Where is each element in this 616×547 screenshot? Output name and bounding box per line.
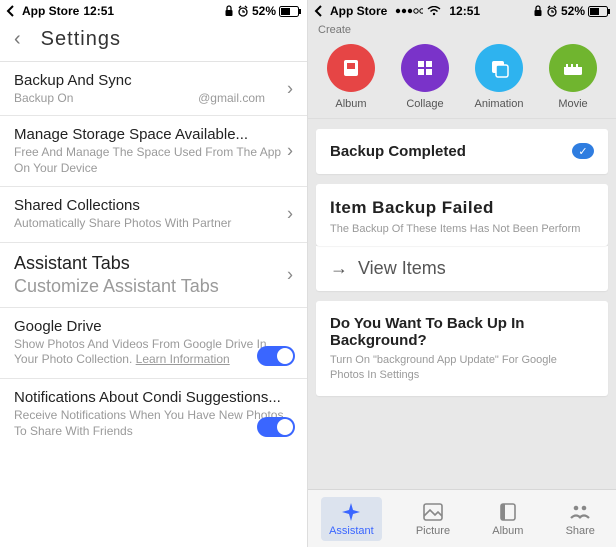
- row-google-drive: Google Drive Show Photos And Videos From…: [0, 308, 307, 379]
- status-bar-left: App Store 12:51 52%: [0, 0, 307, 22]
- collage-icon: [401, 44, 449, 92]
- card-sub: The Backup Of These Items Has Not Been P…: [330, 222, 594, 236]
- album-icon: [327, 44, 375, 92]
- movie-icon: [549, 44, 597, 92]
- row-assistant-tabs[interactable]: Assistant Tabs Customize Assistant Tabs …: [0, 243, 307, 308]
- settings-header: ‹ Settings: [0, 22, 307, 62]
- signal-dots-icon: [395, 7, 423, 15]
- card-title: Backup Completed: [330, 143, 594, 160]
- create-actions: Album Collage Animation Movie: [308, 40, 616, 119]
- row-title: Google Drive: [14, 318, 293, 335]
- picture-icon: [422, 501, 444, 523]
- battery-percent-left: 52%: [252, 4, 276, 18]
- share-icon: [569, 501, 591, 523]
- card-backup-completed: Backup Completed ✓: [316, 129, 608, 174]
- nav-label: Share: [566, 525, 595, 537]
- row-notifications: Notifications About Condi Suggestions...…: [0, 379, 307, 449]
- status-app-name: App Store: [330, 4, 387, 18]
- card-title: Do You Want To Back Up In Background?: [330, 315, 594, 349]
- status-time-right: 12:51: [449, 4, 480, 18]
- create-album-button[interactable]: Album: [317, 44, 385, 110]
- view-items-label: View Items: [358, 258, 446, 279]
- row-title: Manage Storage Space Available...: [14, 126, 293, 143]
- arrow-right-icon: →: [330, 258, 348, 279]
- bottom-nav: Assistant Picture Album Share: [308, 489, 616, 547]
- action-label: Animation: [465, 98, 533, 110]
- nav-assistant[interactable]: Assistant: [321, 497, 382, 541]
- status-time-left: 12:51: [83, 4, 114, 18]
- card-sub: Turn On "background App Update" For Goog…: [330, 353, 594, 382]
- nav-picture[interactable]: Picture: [408, 497, 458, 541]
- row-shared-collections[interactable]: Shared Collections Automatically Share P…: [0, 187, 307, 243]
- alarm-icon: [237, 5, 249, 17]
- action-label: Collage: [391, 98, 459, 110]
- nav-label: Assistant: [329, 525, 374, 537]
- backup-account: @gmail.com: [198, 91, 293, 105]
- create-animation-button[interactable]: Animation: [465, 44, 533, 110]
- chevron-right-icon: ›: [287, 78, 293, 99]
- create-collage-button[interactable]: Collage: [391, 44, 459, 110]
- chevron-right-icon: ›: [287, 264, 293, 285]
- assistant-icon: [340, 501, 362, 523]
- learn-info-link[interactable]: Learn Information: [136, 352, 230, 366]
- settings-screen: App Store 12:51 52% ‹ Settings Backu: [0, 0, 308, 547]
- row-manage-storage[interactable]: Manage Storage Space Available... Free A…: [0, 116, 307, 187]
- create-label: Create: [308, 22, 616, 40]
- status-bar-right: App Store 12:51 52%: [308, 0, 616, 22]
- assistant-screen: App Store 12:51 52%: [308, 0, 616, 547]
- animation-icon: [475, 44, 523, 92]
- create-movie-button[interactable]: Movie: [539, 44, 607, 110]
- nav-label: Album: [492, 525, 523, 537]
- status-app-name: App Store: [22, 4, 79, 18]
- nav-share[interactable]: Share: [558, 497, 603, 541]
- card-title: Item Backup Failed: [330, 198, 594, 218]
- page-title: Settings: [41, 28, 121, 51]
- back-button[interactable]: ‹: [14, 28, 21, 51]
- view-items-button[interactable]: → View Items: [316, 246, 608, 291]
- cloud-check-icon: ✓: [572, 143, 594, 159]
- row-sub: Automatically Share Photos With Partner: [14, 216, 293, 232]
- battery-percent-right: 52%: [561, 4, 585, 18]
- row-title: Notifications About Condi Suggestions...: [14, 389, 293, 406]
- action-label: Album: [317, 98, 385, 110]
- card-backup-failed: Item Backup Failed The Backup Of These I…: [316, 184, 608, 246]
- row-title: Shared Collections: [14, 197, 293, 214]
- battery-icon: [279, 6, 301, 17]
- wifi-icon: [427, 6, 441, 16]
- backup-status: Backup On: [14, 91, 73, 105]
- lock-icon: [224, 5, 234, 17]
- lock-icon: [533, 5, 543, 17]
- back-arrow-icon[interactable]: [314, 5, 326, 17]
- alarm-icon: [546, 5, 558, 17]
- battery-icon: [588, 6, 610, 17]
- row-sub: Free And Manage The Space Used From The …: [14, 145, 293, 176]
- nav-label: Picture: [416, 525, 450, 537]
- drive-toggle[interactable]: [257, 346, 295, 366]
- row-title: Assistant Tabs: [14, 253, 293, 274]
- row-backup-sync[interactable]: Backup And Sync Backup On @gmail.com ›: [0, 62, 307, 116]
- notif-toggle[interactable]: [257, 417, 295, 437]
- row-sub: Customize Assistant Tabs: [14, 276, 293, 297]
- nav-album[interactable]: Album: [484, 497, 531, 541]
- album-nav-icon: [497, 501, 519, 523]
- chevron-right-icon: ›: [287, 141, 293, 162]
- row-sub: Show Photos And Videos From Google Drive…: [14, 337, 293, 368]
- action-label: Movie: [539, 98, 607, 110]
- chevron-right-icon: ›: [287, 204, 293, 225]
- row-title: Backup And Sync: [14, 72, 293, 89]
- back-arrow-icon[interactable]: [6, 5, 18, 17]
- card-background-backup: Do You Want To Back Up In Background? Tu…: [316, 301, 608, 396]
- row-sub: Receive Notifications When You Have New …: [14, 408, 293, 439]
